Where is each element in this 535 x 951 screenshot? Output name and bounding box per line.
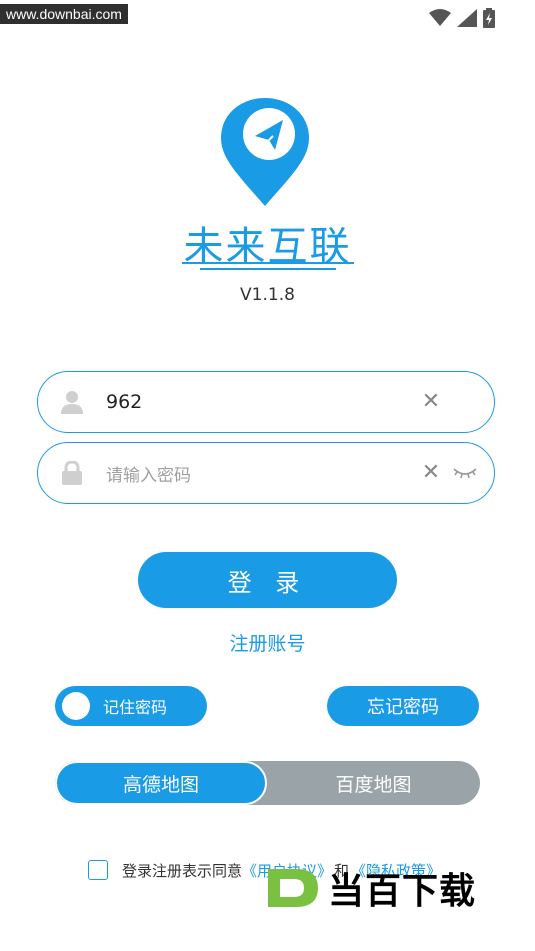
brand-logo-icon bbox=[268, 869, 318, 907]
register-link[interactable]: 注册账号 bbox=[0, 629, 535, 656]
toggle-knob bbox=[62, 692, 90, 720]
clear-password-icon[interactable]: ✕ bbox=[420, 462, 442, 484]
title-underline-short bbox=[200, 268, 336, 270]
battery-icon bbox=[483, 8, 495, 28]
watermark: www.downbai.com bbox=[0, 4, 128, 24]
wifi-icon bbox=[429, 9, 451, 26]
remember-password-toggle[interactable]: 记住密码 bbox=[55, 686, 207, 726]
remember-label: 记住密码 bbox=[103, 698, 168, 717]
map-selector: 高德地图 百度地图 bbox=[55, 761, 480, 805]
password-field[interactable]: 请输入密码 ✕ bbox=[37, 442, 495, 504]
eye-closed-icon[interactable] bbox=[452, 463, 478, 483]
user-icon bbox=[61, 391, 83, 414]
forgot-password-button[interactable]: 忘记密码 bbox=[327, 686, 479, 726]
brand-text: 当百下载 bbox=[328, 871, 477, 912]
password-input[interactable]: 请输入密码 bbox=[106, 443, 191, 503]
username-input[interactable]: 962 bbox=[106, 372, 142, 432]
map-option-baidu[interactable]: 百度地图 bbox=[267, 761, 480, 805]
username-field[interactable]: 962 ✕ bbox=[37, 371, 495, 433]
brand-watermark: 当百下载 bbox=[262, 862, 476, 914]
title-underline bbox=[182, 262, 354, 264]
status-bar-icons bbox=[429, 8, 495, 28]
location-pin-icon bbox=[221, 98, 309, 206]
map-option-gaode[interactable]: 高德地图 bbox=[55, 761, 267, 805]
login-button[interactable]: 登 录 bbox=[138, 552, 397, 608]
agreement-checkbox[interactable] bbox=[88, 860, 108, 880]
clear-icon[interactable]: ✕ bbox=[420, 391, 442, 413]
app-version: V1.1.8 bbox=[240, 285, 295, 305]
signal-icon bbox=[457, 9, 477, 27]
agreement-text: 登录注册表示同意 bbox=[122, 861, 243, 880]
lock-icon bbox=[62, 461, 82, 485]
